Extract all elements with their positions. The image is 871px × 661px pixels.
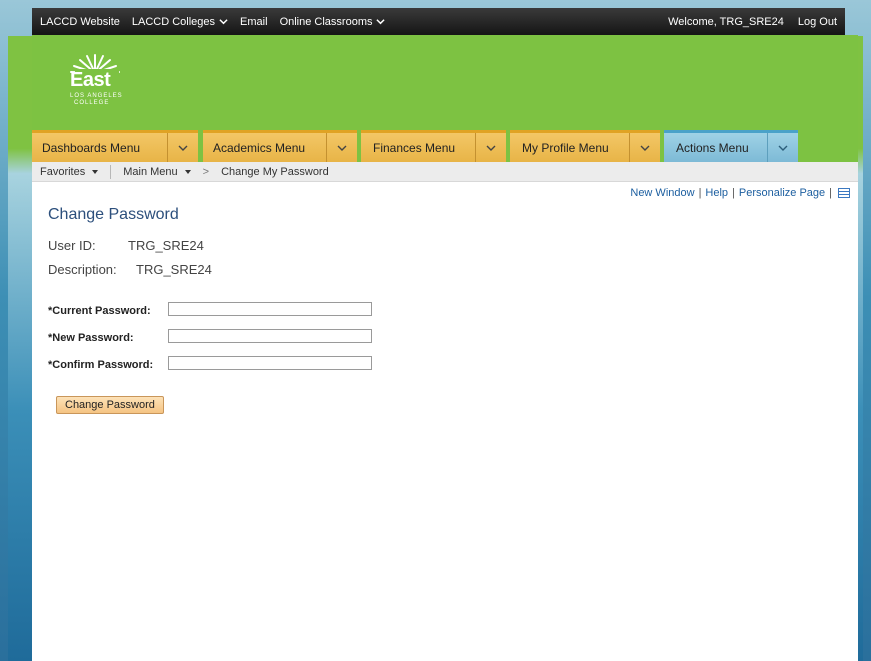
caret-down-icon — [184, 169, 191, 174]
link-divider: | — [698, 187, 702, 199]
breadcrumb-arrow-icon: > — [202, 165, 210, 178]
help-link[interactable]: Help — [705, 187, 728, 199]
chevron-down-icon — [219, 19, 228, 25]
logo-subtitle-line: COLLEGE — [74, 100, 110, 106]
tab-dashboards-menu[interactable]: Dashboards Menu — [32, 130, 198, 162]
logo-subtitle-line: LOS ANGELES — [70, 93, 123, 99]
favorites-menu[interactable]: Favorites — [40, 165, 99, 178]
link-label: Online Classrooms — [279, 15, 373, 28]
link-divider: | — [829, 187, 832, 199]
current-password-input[interactable] — [168, 302, 372, 316]
new-password-row: *New Password: — [48, 329, 372, 344]
chevron-down-icon[interactable] — [326, 133, 357, 162]
logo-subtitle: LOS ANGELES COLLEGE — [70, 93, 123, 107]
welcome-text: Welcome, TRG_SRE24 — [668, 15, 784, 28]
tab-my-profile-menu[interactable]: My Profile Menu — [510, 130, 660, 162]
content-area: Favorites Main Menu > Change My Password… — [32, 162, 858, 661]
chevron-down-icon[interactable] — [629, 133, 660, 162]
caret-down-icon — [92, 169, 99, 174]
breadcrumb-divider — [110, 164, 112, 179]
tab-label: Academics Menu — [213, 140, 306, 155]
crumb-label: Main Menu — [123, 165, 178, 178]
tab-academics-menu[interactable]: Academics Menu — [203, 130, 357, 162]
chevron-down-icon[interactable] — [475, 133, 506, 162]
top-link-bar: LACCD Website LACCD Colleges Email Onlin… — [32, 8, 845, 35]
confirm-password-label: *Confirm Password: — [48, 359, 154, 371]
description-row: Description: TRG_SRE24 — [48, 262, 212, 277]
tab-label: Actions Menu — [676, 140, 749, 155]
confirm-password-row: *Confirm Password: — [48, 356, 372, 371]
user-id-row: User ID: TRG_SRE24 — [48, 238, 204, 253]
new-password-input[interactable] — [168, 329, 372, 343]
new-password-label: *New Password: — [48, 332, 134, 344]
change-password-button[interactable]: Change Password — [56, 396, 164, 414]
description-label: Description: — [48, 262, 117, 277]
chevron-down-icon[interactable] — [767, 133, 798, 162]
chevron-down-icon[interactable] — [167, 133, 198, 162]
grid-icon[interactable] — [838, 188, 850, 198]
main-menu[interactable]: Main Menu — [123, 165, 191, 178]
logout-link[interactable]: Log Out — [798, 16, 837, 28]
tab-label: Finances Menu — [373, 140, 456, 155]
personalize-page-link[interactable]: Personalize Page — [739, 187, 825, 199]
link-online-classrooms[interactable]: Online Classrooms — [280, 16, 386, 28]
tab-actions-menu[interactable]: Actions Menu — [664, 130, 798, 162]
crumb-label: Favorites — [40, 165, 86, 178]
current-password-row: *Current Password: — [48, 302, 372, 317]
breadcrumb: Favorites Main Menu > Change My Password — [32, 162, 858, 182]
page-links: New Window | Help | Personalize Page | — [630, 187, 850, 199]
tab-label: Dashboards Menu — [42, 140, 141, 155]
page-title: Change Password — [48, 206, 179, 223]
link-laccd-colleges[interactable]: LACCD Colleges — [132, 16, 228, 28]
tab-label: My Profile Menu — [522, 140, 609, 155]
link-label: Email — [240, 15, 268, 28]
new-window-link[interactable]: New Window — [630, 187, 694, 199]
user-area: Welcome, TRG_SRE24 Log Out — [668, 16, 837, 28]
confirm-password-input[interactable] — [168, 356, 372, 370]
link-label: LACCD Colleges — [131, 15, 216, 28]
description-value: TRG_SRE24 — [136, 262, 212, 277]
main-navigation: Dashboards Menu Academics Menu Finances … — [32, 130, 858, 162]
header-banner: East LOS ANGELES COLLEGE — [32, 35, 858, 130]
breadcrumb-current[interactable]: Change My Password — [221, 166, 329, 178]
current-password-label: *Current Password: — [48, 305, 151, 317]
link-laccd-website[interactable]: LACCD Website — [40, 16, 120, 28]
chevron-down-icon — [376, 19, 386, 25]
logo-wordmark: East — [70, 69, 111, 91]
link-divider: | — [732, 187, 735, 199]
link-label: LACCD Website — [40, 15, 120, 28]
tab-finances-menu[interactable]: Finances Menu — [361, 130, 506, 162]
college-logo[interactable]: East LOS ANGELES COLLEGE — [52, 51, 142, 111]
link-email[interactable]: Email — [240, 16, 268, 28]
user-id-label: User ID: — [48, 238, 96, 253]
top-links: LACCD Website LACCD Colleges Email Onlin… — [40, 16, 386, 28]
user-id-value: TRG_SRE24 — [128, 238, 204, 253]
